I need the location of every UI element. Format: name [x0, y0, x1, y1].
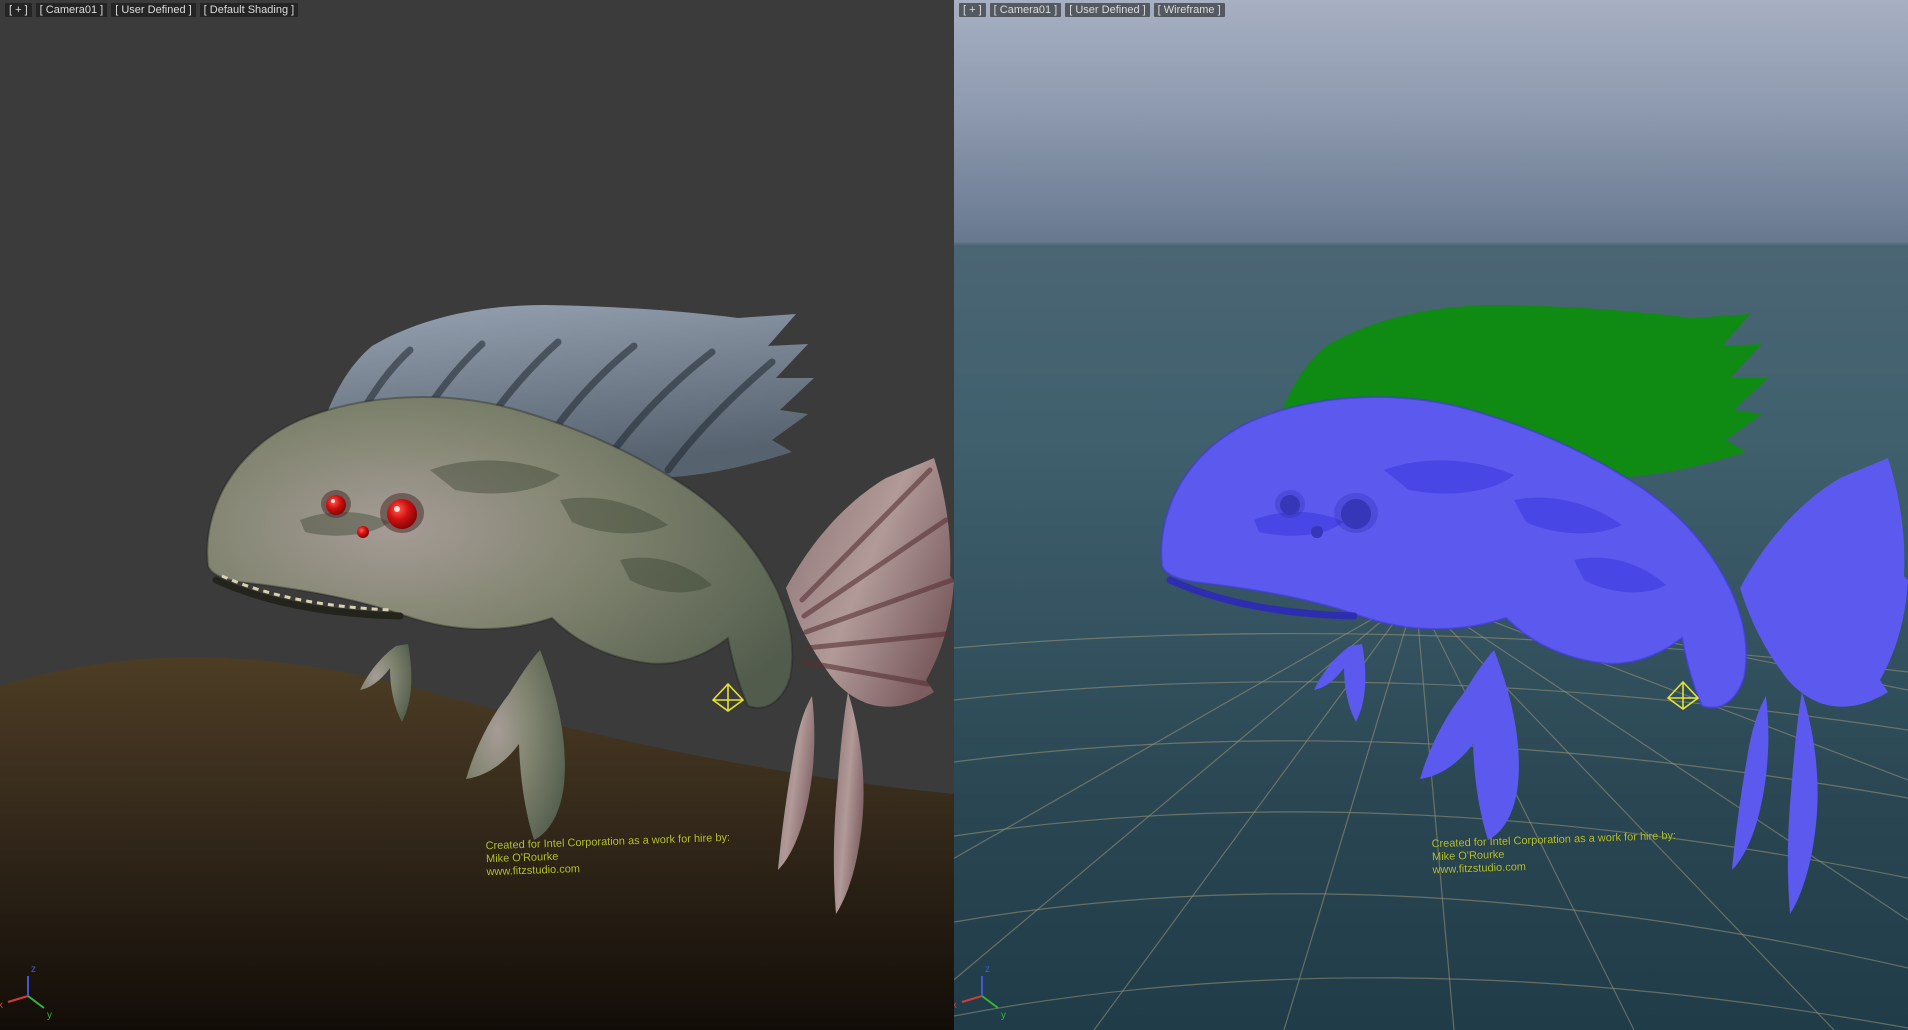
max-viewport-area: [ + ] [ Camera01 ] [ User Defined ] [ De… [0, 0, 1908, 1030]
viewport-shaded[interactable]: [ + ] [ Camera01 ] [ User Defined ] [ De… [0, 0, 954, 1030]
viewport-menu: [ + ] [ Camera01 ] [ User Defined ] [ Wi… [959, 3, 1225, 17]
viewport-camera-menu[interactable]: [ Camera01 ] [36, 3, 108, 17]
axis-z-label: z [985, 964, 990, 975]
axis-y-label: y [47, 1010, 52, 1021]
light-gizmo[interactable] [713, 684, 743, 711]
axis-y-label: y [1001, 1010, 1006, 1021]
viewport-shading-menu[interactable]: [ Default Shading ] [200, 3, 299, 17]
shaded-scene: x y z [0, 0, 954, 1030]
viewport-shading-menu[interactable]: [ Wireframe ] [1154, 3, 1225, 17]
viewport-plus-menu[interactable]: [ + ] [959, 3, 986, 17]
axis-x-label: x [954, 1000, 957, 1011]
viewport-pov-menu[interactable]: [ User Defined ] [111, 3, 195, 17]
axis-z-label: z [31, 964, 36, 975]
viewport-plus-menu[interactable]: [ + ] [5, 3, 32, 17]
ground-wireframe-grid [954, 594, 1908, 1030]
viewport-menu: [ + ] [ Camera01 ] [ User Defined ] [ De… [5, 3, 298, 17]
viewport-wireframe[interactable]: [ + ] [ Camera01 ] [ User Defined ] [ Wi… [954, 0, 1908, 1030]
viewport-pov-menu[interactable]: [ User Defined ] [1065, 3, 1149, 17]
axis-x-label: x [0, 1000, 3, 1011]
viewport-camera-menu[interactable]: [ Camera01 ] [990, 3, 1062, 17]
wireframe-scene: x y z [954, 0, 1908, 1030]
